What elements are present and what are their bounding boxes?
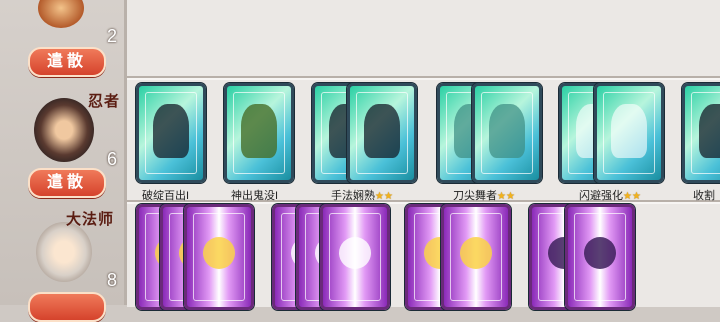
skill-card[interactable] bbox=[320, 204, 390, 310]
skill-card[interactable] bbox=[682, 83, 720, 183]
skill-label: 破绽百出I bbox=[142, 190, 190, 202]
character-level-1: 2 bbox=[107, 26, 118, 46]
skill-card[interactable] bbox=[184, 204, 254, 310]
skill-card[interactable] bbox=[224, 83, 294, 183]
skill-card[interactable] bbox=[472, 83, 542, 183]
skill-label: 刀尖舞者★★ bbox=[453, 190, 515, 202]
disband-button-2[interactable]: 遣散 bbox=[28, 168, 106, 198]
skill-card[interactable] bbox=[565, 204, 635, 310]
skill-card[interactable] bbox=[594, 83, 664, 183]
skill-card[interactable] bbox=[347, 83, 417, 183]
skill-label: 手法娴熟★★ bbox=[331, 190, 393, 202]
skill-label: 神出鬼没I bbox=[231, 190, 279, 202]
skill-card[interactable] bbox=[441, 204, 511, 310]
disband-button-1[interactable]: 遣散 bbox=[28, 47, 106, 77]
skill-label: 闪避强化★★ bbox=[579, 190, 641, 202]
character-name-3: 大法师 bbox=[66, 212, 115, 228]
character-name-2: 忍者 bbox=[88, 94, 121, 110]
disband-button-3[interactable] bbox=[28, 292, 106, 322]
skill-card[interactable] bbox=[136, 83, 206, 183]
character-portrait-3[interactable] bbox=[36, 222, 92, 282]
character-portrait-2[interactable] bbox=[34, 98, 94, 162]
skill-row-1 bbox=[127, 0, 720, 76]
character-level-2: 6 bbox=[107, 149, 118, 169]
skill-label: 收割 bbox=[693, 190, 715, 202]
character-level-3: 8 bbox=[107, 270, 118, 290]
